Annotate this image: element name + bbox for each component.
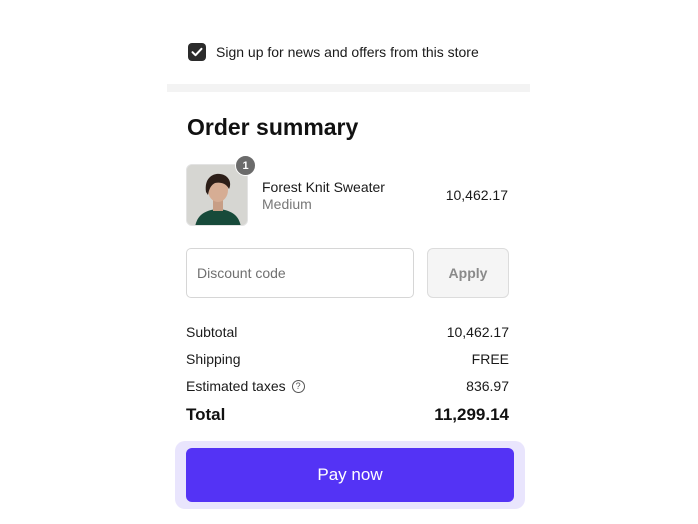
apply-discount-button[interactable]: Apply — [427, 248, 509, 298]
taxes-row: Estimated taxes ? 836.97 — [186, 378, 509, 394]
shipping-row: Shipping FREE — [186, 351, 509, 367]
pay-button-focus-ring: Pay now — [175, 441, 525, 509]
taxes-value: 836.97 — [466, 378, 509, 394]
product-price: 10,462.17 — [445, 187, 508, 203]
shipping-value: FREE — [471, 351, 509, 367]
total-row: Total 11,299.14 — [186, 405, 509, 425]
checkmark-icon — [191, 47, 203, 57]
newsletter-label[interactable]: Sign up for news and offers from this st… — [216, 44, 479, 60]
product-name: Forest Knit Sweater — [262, 179, 385, 195]
subtotal-label: Subtotal — [186, 324, 238, 340]
product-variant: Medium — [262, 196, 312, 212]
total-label: Total — [186, 405, 226, 424]
info-icon[interactable]: ? — [291, 379, 305, 393]
newsletter-row[interactable]: Sign up for news and offers from this st… — [188, 43, 479, 61]
order-summary-title: Order summary — [187, 114, 359, 140]
shipping-label: Shipping — [186, 351, 241, 367]
total-value: 11,299.14 — [434, 405, 509, 424]
taxes-label: Estimated taxes — [186, 378, 286, 394]
quantity-badge: 1 — [235, 155, 256, 176]
taxes-label-group: Estimated taxes ? — [186, 378, 305, 394]
subtotal-value: 10,462.17 — [446, 324, 509, 340]
discount-code-input[interactable] — [186, 248, 414, 298]
newsletter-checkbox[interactable] — [188, 43, 206, 61]
pay-now-button[interactable]: Pay now — [186, 448, 514, 502]
section-divider — [167, 84, 530, 92]
subtotal-row: Subtotal 10,462.17 — [186, 324, 509, 340]
